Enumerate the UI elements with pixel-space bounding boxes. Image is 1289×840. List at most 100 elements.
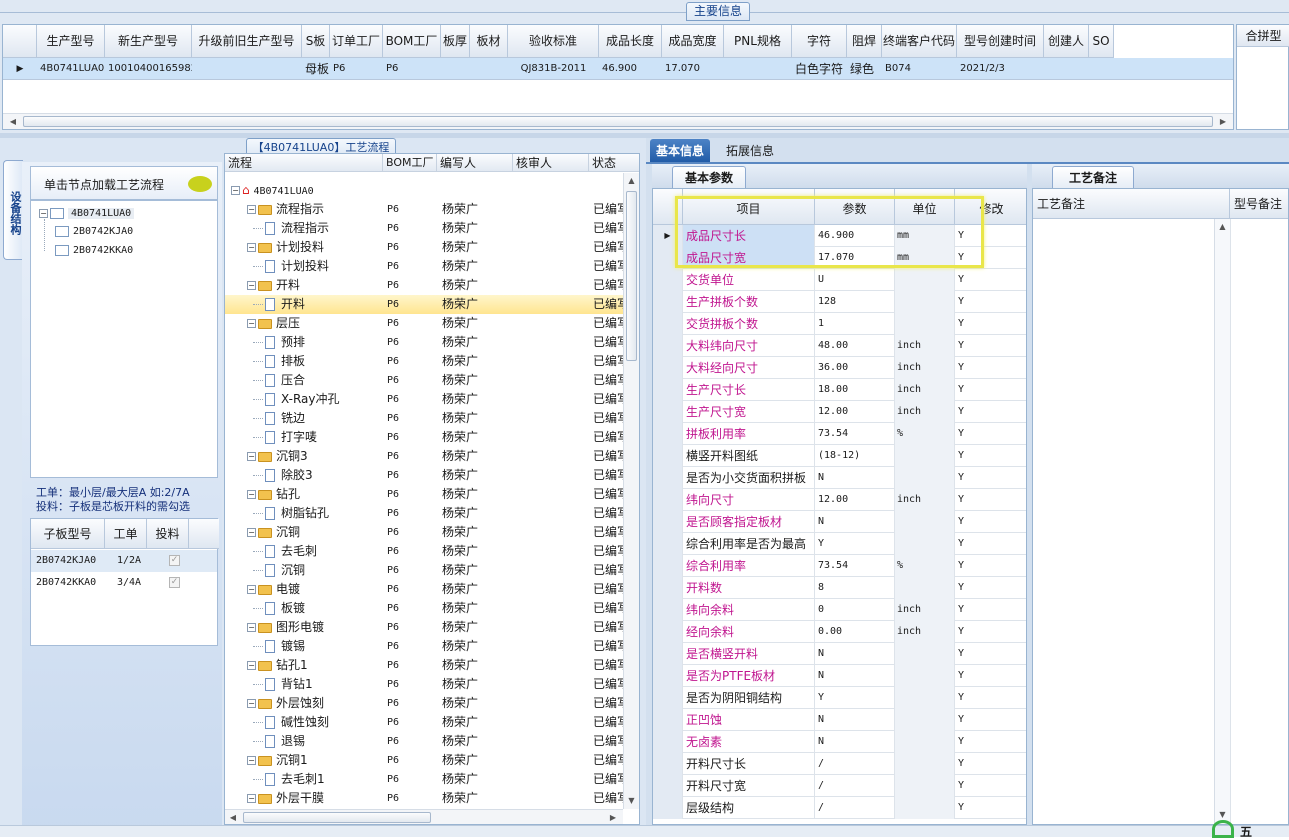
- col-header-status[interactable]: 状态: [589, 154, 639, 172]
- process-name-cell[interactable]: 打字唛: [265, 428, 383, 447]
- col-header-bom[interactable]: BOM工厂: [383, 154, 437, 172]
- feed-checkbox[interactable]: ✓: [169, 572, 180, 594]
- param-row[interactable]: 经向余料 0.00 inch Y: [653, 621, 1026, 643]
- collapse-icon[interactable]: −: [247, 585, 256, 594]
- param-item-cell[interactable]: 生产尺寸宽: [683, 401, 815, 423]
- param-edit-cell[interactable]: Y: [955, 709, 1026, 731]
- param-unit-cell[interactable]: inch: [895, 401, 955, 423]
- process-name-cell[interactable]: 预排: [265, 333, 383, 352]
- param-row[interactable]: 交货单位 U Y: [653, 269, 1026, 291]
- col-header-edit[interactable]: 修改: [955, 189, 1026, 225]
- process-name-cell[interactable]: 碱性蚀刻: [265, 713, 383, 732]
- main-info-cell[interactable]: P6: [383, 58, 441, 80]
- process-hscroll-thumb[interactable]: [243, 812, 431, 823]
- param-row[interactable]: 是否为小交货面积拼板 N Y: [653, 467, 1026, 489]
- process-row[interactable]: 压合 P6 杨荣广 已编写: [225, 371, 625, 390]
- param-value-cell[interactable]: N: [815, 643, 895, 665]
- param-item-cell[interactable]: 纬向余料: [683, 599, 815, 621]
- param-row[interactable]: 是否横竖开料 N Y: [653, 643, 1026, 665]
- param-item-cell[interactable]: 是否横竖开料: [683, 643, 815, 665]
- process-name-cell[interactable]: − 外层干膜: [247, 789, 383, 808]
- process-row[interactable]: 沉铜 P6 杨荣广 已编写: [225, 561, 625, 580]
- param-edit-cell[interactable]: Y: [955, 533, 1026, 555]
- main-info-grid[interactable]: 生产型号 新生产型号 升级前旧生产型号 S板 订单工厂 BOM工厂 板厚 板材 验收标准 成品长度…: [2, 24, 1234, 130]
- param-row[interactable]: 开料尺寸长 / Y: [653, 753, 1026, 775]
- tab-device-structure[interactable]: 设备结构: [3, 160, 23, 260]
- param-item-cell[interactable]: 层级结构: [683, 797, 815, 819]
- main-info-cell[interactable]: [441, 58, 470, 80]
- scroll-left-icon[interactable]: ◀: [5, 114, 21, 129]
- collapse-icon[interactable]: −: [247, 756, 256, 765]
- param-item-cell[interactable]: 开料数: [683, 577, 815, 599]
- param-edit-cell[interactable]: Y: [955, 357, 1026, 379]
- process-row[interactable]: − 沉铜3 P6 杨荣广 已编写: [225, 447, 625, 466]
- process-hscroll[interactable]: ◀ ▶: [225, 809, 623, 824]
- process-name-cell[interactable]: − 外层蚀刻: [247, 694, 383, 713]
- param-value-cell[interactable]: N: [815, 709, 895, 731]
- process-name-cell[interactable]: 板镀: [265, 599, 383, 618]
- param-edit-cell[interactable]: Y: [955, 731, 1026, 753]
- param-edit-cell[interactable]: Y: [955, 775, 1026, 797]
- process-row[interactable]: 去毛刺1 P6 杨荣广 已编写: [225, 770, 625, 789]
- param-item-cell[interactable]: 是否为PTFE板材: [683, 665, 815, 687]
- param-unit-cell[interactable]: [895, 643, 955, 665]
- process-row[interactable]: 除胶3 P6 杨荣广 已编写: [225, 466, 625, 485]
- sub-board-grid[interactable]: 子板型号 工单 投料 2B0742KJA0 1/2A ✓ 2B0742KKA0 …: [30, 518, 219, 646]
- param-value-cell[interactable]: 18.00: [815, 379, 895, 401]
- param-unit-cell[interactable]: [895, 775, 955, 797]
- main-info-cell[interactable]: [192, 58, 302, 80]
- param-value-cell[interactable]: 73.54: [815, 555, 895, 577]
- process-row[interactable]: 去毛刺 P6 杨荣广 已编写: [225, 542, 625, 561]
- process-name-cell[interactable]: X-Ray冲孔: [265, 390, 383, 409]
- param-value-cell[interactable]: 36.00: [815, 357, 895, 379]
- param-unit-cell[interactable]: %: [895, 423, 955, 445]
- col-header-model-note[interactable]: 型号备注: [1230, 189, 1288, 219]
- col-header[interactable]: S板: [302, 25, 330, 58]
- collapse-icon[interactable]: −: [247, 794, 256, 803]
- process-root[interactable]: − ⌂ 4B0741LUA0: [231, 181, 314, 201]
- param-value-cell[interactable]: N: [815, 665, 895, 687]
- collapse-icon[interactable]: −: [247, 490, 256, 499]
- param-edit-cell[interactable]: Y: [955, 599, 1026, 621]
- param-value-cell[interactable]: /: [815, 797, 895, 819]
- param-item-cell[interactable]: 生产拼板个数: [683, 291, 815, 313]
- param-row[interactable]: 层级结构 / Y: [653, 797, 1026, 819]
- col-header-work-order[interactable]: 工单: [105, 519, 147, 549]
- param-row[interactable]: 综合利用率是否为最高 Y Y: [653, 533, 1026, 555]
- process-name-cell[interactable]: − 沉铜3: [247, 447, 383, 466]
- param-edit-cell[interactable]: Y: [955, 753, 1026, 775]
- param-value-cell[interactable]: N: [815, 731, 895, 753]
- process-row[interactable]: 打字唛 P6 杨荣广 已编写: [225, 428, 625, 447]
- col-header[interactable]: 新生产型号: [105, 25, 192, 58]
- process-row[interactable]: 镀锡 P6 杨荣广 已编写: [225, 637, 625, 656]
- collapse-icon[interactable]: −: [247, 661, 256, 670]
- main-info-row[interactable]: ▶ 4B0741LUA0 10010400165982 母板 P6 P6 QJ831B-2…: [3, 58, 1233, 80]
- param-value-cell[interactable]: 12.00: [815, 401, 895, 423]
- param-item-cell[interactable]: 开料尺寸长: [683, 753, 815, 775]
- param-row[interactable]: 是否为阴阳铜结构 Y Y: [653, 687, 1026, 709]
- main-info-cell[interactable]: P6: [330, 58, 383, 80]
- col-header[interactable]: 板厚: [441, 25, 470, 58]
- param-row[interactable]: 大料纬向尺寸 48.00 inch Y: [653, 335, 1026, 357]
- process-root-row[interactable]: − ⌂ 4B0741LUA0: [225, 181, 625, 200]
- process-name-cell[interactable]: 排板: [265, 352, 383, 371]
- param-value-cell[interactable]: 12.00: [815, 489, 895, 511]
- param-unit-cell[interactable]: [895, 731, 955, 753]
- param-row[interactable]: 交货拼板个数 1 Y: [653, 313, 1026, 335]
- scroll-right-icon[interactable]: ▶: [605, 810, 621, 824]
- scroll-up-icon[interactable]: ▲: [624, 173, 639, 189]
- collapse-icon[interactable]: −: [39, 208, 48, 218]
- process-name-cell[interactable]: 背钻1: [265, 675, 383, 694]
- process-row[interactable]: − 钻孔1 P6 杨荣广 已编写: [225, 656, 625, 675]
- col-header-sub-model[interactable]: 子板型号: [31, 519, 105, 549]
- param-unit-cell[interactable]: [895, 511, 955, 533]
- tree-root-node[interactable]: − 4B0741LUA0: [39, 204, 135, 223]
- param-value-cell[interactable]: Y: [815, 687, 895, 709]
- col-header-writer[interactable]: 编写人: [437, 154, 513, 172]
- param-unit-cell[interactable]: %: [895, 555, 955, 577]
- param-edit-cell[interactable]: Y: [955, 401, 1026, 423]
- collapse-icon[interactable]: −: [247, 243, 256, 252]
- param-item-cell[interactable]: 成品尺寸宽: [683, 247, 815, 269]
- main-info-cell[interactable]: QJ831B-2011: [508, 58, 599, 80]
- param-value-cell[interactable]: 17.070: [815, 247, 895, 269]
